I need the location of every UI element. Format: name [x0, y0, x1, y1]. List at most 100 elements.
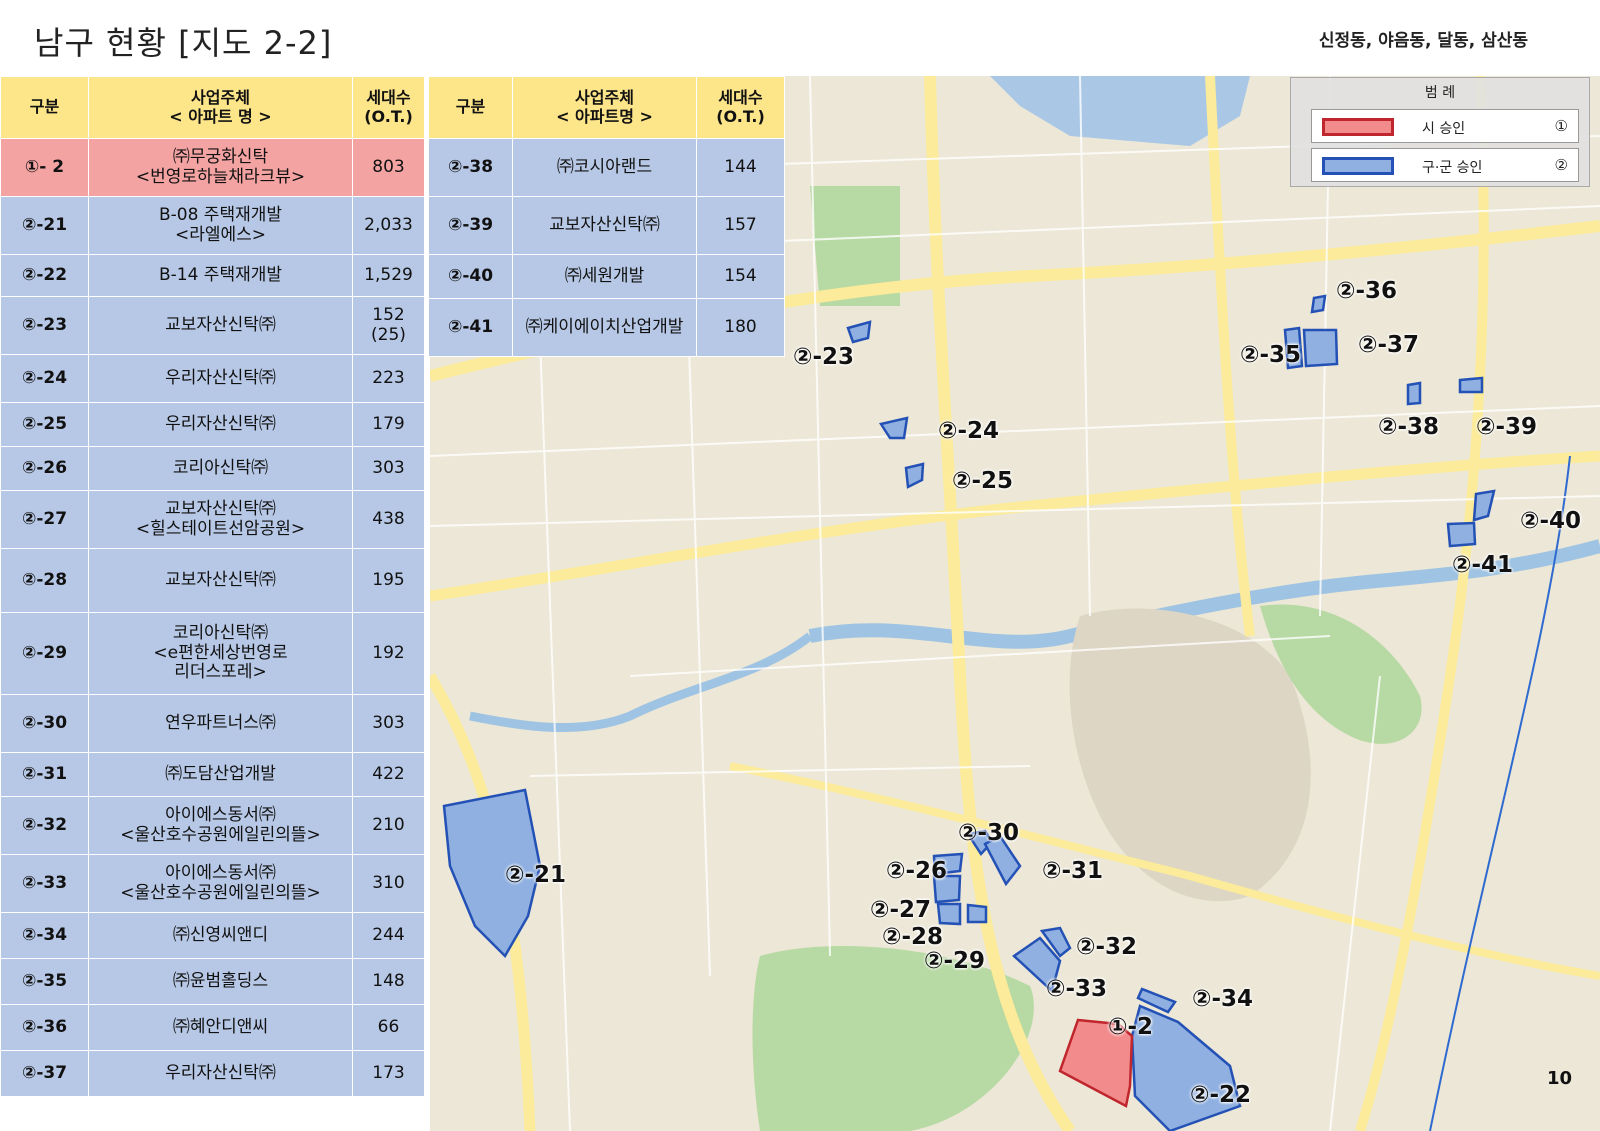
row-code: ②-36 — [0, 1004, 89, 1051]
map-label-2-27: ②-27 — [870, 897, 932, 923]
row-developer: ㈜코시아랜드 — [512, 138, 697, 197]
polygon-2-28 — [936, 902, 962, 926]
row-units: 157 — [696, 196, 785, 255]
row-code: ②-30 — [0, 694, 89, 753]
table-row: ②-27 교보자산신탁㈜ <힐스테이트선암공원> 438 — [0, 490, 425, 549]
row-developer: 교보자산신탁㈜ — [88, 548, 353, 613]
row-units: 303 — [352, 446, 425, 491]
polygon-2-41 — [1446, 521, 1477, 548]
header-developer: 사업주체 < 아파트 명 > — [88, 76, 353, 139]
area-subtitle: 신정동, 야음동, 달동, 삼산동 — [1318, 31, 1528, 51]
row-developer: ㈜세원개발 — [512, 254, 697, 299]
map-label-2-28: ②-28 — [882, 924, 944, 950]
row-developer: 연우파트너스㈜ — [88, 694, 353, 753]
map-label-2-41: ②-41 — [1452, 552, 1514, 578]
legend-mark-city: ① — [1554, 117, 1568, 135]
row-code: ②-35 — [0, 958, 89, 1005]
page-title: 남구 현황 [지도 2-2] — [34, 24, 333, 62]
row-code: ②-38 — [428, 138, 513, 197]
table-row: ②-29 코리아신탁㈜ <e편한세상번영로 리더스포레> 192 — [0, 612, 425, 695]
row-code: ②-34 — [0, 912, 89, 959]
row-code: ②-25 — [0, 402, 89, 447]
map-label-2-23: ②-23 — [793, 344, 855, 370]
map-label-2-22: ②-22 — [1190, 1082, 1252, 1108]
table-row: ②-26 코리아신탁㈜ 303 — [0, 446, 425, 491]
row-code: ②-27 — [0, 490, 89, 549]
legend-item-district: 구·군 승인 ② — [1311, 148, 1579, 182]
row-units: 192 — [352, 612, 425, 695]
table-header-row: 구분 사업주체 < 아파트 명 > 세대수 (O.T.) — [0, 76, 425, 139]
polygon-2-38 — [1406, 381, 1422, 406]
row-developer: 코리아신탁㈜ — [88, 446, 353, 491]
row-units: 144 — [696, 138, 785, 197]
map-label-1-2: ①-2 — [1108, 1014, 1154, 1040]
table-row: ②-37 우리자산신탁㈜ 173 — [0, 1050, 425, 1097]
legend-label-city: 시 승인 — [1422, 121, 1466, 137]
row-code: ②-41 — [428, 298, 513, 357]
table-row: ②-34 ㈜신영씨앤디 244 — [0, 912, 425, 959]
legend-swatch-city — [1322, 118, 1394, 136]
row-units: 210 — [352, 796, 425, 855]
map-label-2-21: ②-21 — [505, 862, 567, 888]
row-code: ②-22 — [0, 254, 89, 297]
row-code: ②-40 — [428, 254, 513, 299]
map-label-2-34: ②-34 — [1192, 986, 1254, 1012]
table-row: ②-21 B-08 주택재개발 <라엘에스> 2,033 — [0, 196, 425, 255]
row-code: ②-39 — [428, 196, 513, 255]
row-units: 223 — [352, 354, 425, 403]
row-units: 1,529 — [352, 254, 425, 297]
row-code: ②-23 — [0, 296, 89, 355]
map-label-2-39: ②-39 — [1476, 414, 1538, 440]
header-units: 세대수 (O.T.) — [352, 76, 425, 139]
map-label-2-40: ②-40 — [1520, 508, 1582, 534]
header-developer: 사업주체 < 아파트명 > — [512, 76, 697, 139]
slide: 남구 현황 [지도 2-2] 신정동, 야음동, 달동, 삼산동 구분 사업주체… — [0, 0, 1600, 1131]
row-units: 195 — [352, 548, 425, 613]
map-label-2-24: ②-24 — [938, 418, 1000, 444]
legend-item-city: 시 승인 ① — [1311, 109, 1579, 143]
map-label-2-31: ②-31 — [1042, 858, 1104, 884]
row-units: 179 — [352, 402, 425, 447]
map-label-2-29: ②-29 — [924, 948, 986, 974]
map-legend: 범 례 시 승인 ① 구·군 승인 ② — [1290, 77, 1590, 187]
row-units: 148 — [352, 958, 425, 1005]
row-units: 66 — [352, 1004, 425, 1051]
row-code: ②-29 — [0, 612, 89, 695]
row-developer: 우리자산신탁㈜ — [88, 402, 353, 447]
table-row: ②-33 아이에스동서㈜ <울산호수공원에일린의뜰> 310 — [0, 854, 425, 913]
row-units: 422 — [352, 752, 425, 797]
row-developer: B-14 주택재개발 — [88, 254, 353, 297]
row-code: ①- 2 — [0, 138, 89, 197]
row-code: ②-33 — [0, 854, 89, 913]
park-south — [752, 946, 1034, 1131]
table-row: ②-22 B-14 주택재개발 1,529 — [0, 254, 425, 297]
row-developer: 우리자산신탁㈜ — [88, 1050, 353, 1097]
map-label-2-25: ②-25 — [952, 468, 1014, 494]
table-row: ②-31 ㈜도담산업개발 422 — [0, 752, 425, 797]
header-division: 구분 — [428, 76, 513, 139]
row-developer: 아이에스동서㈜ <울산호수공원에일린의뜰> — [88, 854, 353, 913]
row-units: 154 — [696, 254, 785, 299]
page-number: 10 — [1546, 1068, 1572, 1089]
row-developer: 교보자산신탁㈜ — [512, 196, 697, 255]
polygon-2-25 — [904, 462, 925, 489]
map-label-2-30: ②-30 — [958, 820, 1020, 846]
table-row: ②-40 ㈜세원개발 154 — [428, 254, 785, 299]
row-units: 2,033 — [352, 196, 425, 255]
map-label-2-26: ②-26 — [886, 858, 948, 884]
table-row: ②-23 교보자산신탁㈜ 152 (25) — [0, 296, 425, 355]
right-table-body: ②-38 ㈜코시아랜드 144 ②-39 교보자산신탁㈜ 157 ②-40 ㈜세원개발 154 ②… — [428, 138, 785, 357]
map-label-2-35: ②-35 — [1240, 342, 1302, 368]
legend-swatch-district — [1322, 157, 1394, 175]
table-row: ②-28 교보자산신탁㈜ 195 — [0, 548, 425, 613]
row-units: 244 — [352, 912, 425, 959]
table-row: ②-41 ㈜케이에이치산업개발 180 — [428, 298, 785, 357]
polygon-2-39 — [1458, 376, 1484, 394]
table-row: ②-30 연우파트너스㈜ 303 — [0, 694, 425, 753]
row-developer: 코리아신탁㈜ <e편한세상번영로 리더스포레> — [88, 612, 353, 695]
header-units: 세대수 (O.T.) — [696, 76, 785, 139]
legend-label-district: 구·군 승인 — [1422, 160, 1483, 176]
polygon-2-36 — [1310, 294, 1327, 314]
polygon-2-37 — [1302, 328, 1339, 368]
table-row: ②-36 ㈜혜안디앤씨 66 — [0, 1004, 425, 1051]
